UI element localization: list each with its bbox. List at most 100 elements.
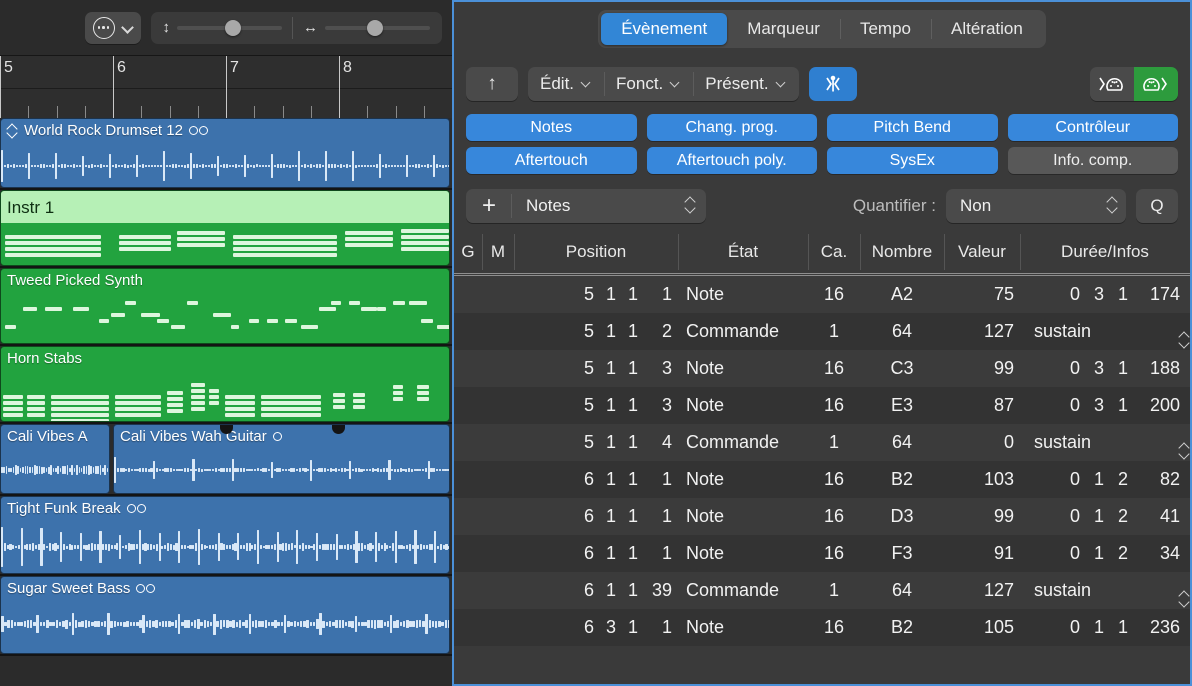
- cell-value[interactable]: 0: [944, 432, 1020, 453]
- cell-number[interactable]: 64: [860, 580, 944, 601]
- cell-position[interactable]: 6 1 1 39: [514, 580, 678, 601]
- filter-controller[interactable]: Contrôleur: [1007, 114, 1178, 141]
- cell-channel[interactable]: 1: [808, 432, 860, 453]
- bar-ruler[interactable]: 5 6 7 8: [0, 55, 452, 118]
- cell-value[interactable]: 99: [944, 358, 1020, 379]
- catch-playhead-button[interactable]: [808, 67, 857, 101]
- view-mode-button[interactable]: [84, 11, 141, 44]
- event-table-body[interactable]: 5 1 1 1 Note 16 A2 75 0 3 1 174 5 1 1 2 Commande 1 64 127 su…: [454, 276, 1190, 684]
- cell-length-info[interactable]: 0 3 1 200: [1020, 395, 1190, 416]
- horizontal-zoom-knob[interactable]: [367, 19, 383, 36]
- cell-channel[interactable]: 16: [808, 617, 860, 638]
- cell-length-info[interactable]: 0 3 1 188: [1020, 358, 1190, 379]
- cell-channel[interactable]: 16: [808, 284, 860, 305]
- table-row[interactable]: 5 1 1 1 Note 16 A2 75 0 3 1 174: [454, 276, 1190, 313]
- tab-tempo[interactable]: Tempo: [839, 13, 931, 45]
- menu-view[interactable]: Présent.: [693, 67, 798, 101]
- cell-value[interactable]: 127: [944, 580, 1020, 601]
- cell-position[interactable]: 5112: [514, 321, 678, 342]
- cell-value[interactable]: 105: [944, 617, 1020, 638]
- cell-position[interactable]: 5114: [514, 432, 678, 453]
- cell-status[interactable]: Commande: [678, 432, 808, 453]
- cell-channel[interactable]: 16: [808, 395, 860, 416]
- quantize-apply-button[interactable]: Q: [1136, 189, 1178, 223]
- region-cali-vibes-a[interactable]: Cali Vibes A: [0, 424, 110, 494]
- column-header-number[interactable]: Nombre: [860, 233, 944, 270]
- cell-position[interactable]: 5111: [514, 284, 678, 305]
- region-instr-1[interactable]: Instr 1: [0, 190, 450, 266]
- cell-position[interactable]: 6311: [514, 617, 678, 638]
- tab-alteration[interactable]: Altération: [930, 13, 1043, 45]
- cell-position[interactable]: 5113: [514, 358, 678, 379]
- cell-value[interactable]: 103: [944, 469, 1020, 490]
- table-row[interactable]: 6 1 1 39 Commande 1 64 127 sustain: [454, 572, 1190, 609]
- tab-evenement[interactable]: Évènement: [601, 13, 728, 45]
- horizontal-zoom-track[interactable]: [325, 19, 430, 36]
- cell-status[interactable]: Note: [678, 395, 808, 416]
- table-row[interactable]: 6 1 1 1 Note 16 D3 99 0 1 2 41: [454, 498, 1190, 535]
- event-type-popup[interactable]: Notes: [512, 189, 706, 223]
- filter-aftertouch-poly[interactable]: Aftertouch poly.: [646, 147, 817, 174]
- cell-status[interactable]: Note: [678, 469, 808, 490]
- filter-additional-info[interactable]: Info. comp.: [1007, 147, 1178, 174]
- cell-length-info[interactable]: 0 1 2 82: [1020, 469, 1190, 490]
- cell-number[interactable]: C3: [860, 358, 944, 379]
- cell-channel[interactable]: 16: [808, 506, 860, 527]
- cell-number[interactable]: B2: [860, 617, 944, 638]
- cell-length-info[interactable]: sustain: [1020, 580, 1190, 601]
- cell-length-info[interactable]: 0 1 2 41: [1020, 506, 1190, 527]
- horizontal-zoom-slider[interactable]: ↔: [292, 16, 440, 39]
- cell-channel[interactable]: 16: [808, 358, 860, 379]
- cell-position[interactable]: 5113: [514, 395, 678, 416]
- table-row[interactable]: 6 3 1 1 Note 16 B2 105 0 1 1 236: [454, 609, 1190, 646]
- cell-value[interactable]: 75: [944, 284, 1020, 305]
- table-row[interactable]: 5 1 1 2 Commande 1 64 127 sustain: [454, 313, 1190, 350]
- column-header-value[interactable]: Valeur: [944, 233, 1020, 270]
- cell-status[interactable]: Commande: [678, 580, 808, 601]
- cell-status[interactable]: Commande: [678, 321, 808, 342]
- cell-number[interactable]: 64: [860, 321, 944, 342]
- cell-number[interactable]: 64: [860, 432, 944, 453]
- cell-length-info[interactable]: sustain: [1020, 321, 1190, 342]
- cell-number[interactable]: A2: [860, 284, 944, 305]
- table-row[interactable]: 5 1 1 3 Note 16 C3 99 0 3 1 188: [454, 350, 1190, 387]
- cell-number[interactable]: E3: [860, 395, 944, 416]
- region-horn-stabs[interactable]: Horn Stabs: [0, 346, 450, 422]
- region-sugar-sweet-bass[interactable]: Sugar Sweet Bass: [0, 576, 450, 654]
- midi-out-button[interactable]: [1134, 67, 1178, 101]
- vertical-zoom-knob[interactable]: [225, 19, 241, 36]
- region-world-rock-drumset-12[interactable]: World Rock Drumset 12: [0, 118, 450, 188]
- cell-channel[interactable]: 16: [808, 469, 860, 490]
- filter-pitch-bend[interactable]: Pitch Bend: [827, 114, 998, 141]
- quantize-popup[interactable]: Non: [946, 189, 1126, 223]
- table-row[interactable]: 6 1 1 1 Note 16 B2 103 0 1 2 82: [454, 461, 1190, 498]
- vertical-zoom-slider[interactable]: ↕: [153, 17, 293, 39]
- table-row[interactable]: 5 1 1 3 Note 16 E3 87 0 3 1 200: [454, 387, 1190, 424]
- cell-position[interactable]: 6111: [514, 543, 678, 564]
- region-cali-vibes-wah-guitar[interactable]: Cali Vibes Wah Guitar: [113, 424, 450, 494]
- cell-status[interactable]: Note: [678, 506, 808, 527]
- cell-value[interactable]: 127: [944, 321, 1020, 342]
- column-header-m[interactable]: M: [482, 233, 514, 270]
- filter-aftertouch[interactable]: Aftertouch: [466, 147, 637, 174]
- menu-edit[interactable]: Édit.: [528, 67, 604, 101]
- add-event-button[interactable]: +: [466, 189, 512, 223]
- menu-functions[interactable]: Fonct.: [604, 67, 693, 101]
- cell-status[interactable]: Note: [678, 617, 808, 638]
- column-header-status[interactable]: État: [678, 233, 808, 270]
- cell-length-info[interactable]: sustain: [1020, 432, 1190, 453]
- vertical-zoom-track[interactable]: [177, 19, 282, 36]
- cell-number[interactable]: F3: [860, 543, 944, 564]
- filter-program-change[interactable]: Chang. prog.: [646, 114, 817, 141]
- filter-sysex[interactable]: SysEx: [827, 147, 998, 174]
- cell-status[interactable]: Note: [678, 284, 808, 305]
- column-header-position[interactable]: Position: [514, 233, 678, 270]
- cell-status[interactable]: Note: [678, 543, 808, 564]
- region-tight-funk-break[interactable]: Tight Funk Break: [0, 496, 450, 574]
- cell-length-info[interactable]: 0 1 2 34: [1020, 543, 1190, 564]
- cell-number[interactable]: D3: [860, 506, 944, 527]
- cell-length-info[interactable]: 0 1 1 236: [1020, 617, 1190, 638]
- cell-value[interactable]: 99: [944, 506, 1020, 527]
- cell-value[interactable]: 87: [944, 395, 1020, 416]
- column-header-channel[interactable]: Ca.: [808, 233, 860, 270]
